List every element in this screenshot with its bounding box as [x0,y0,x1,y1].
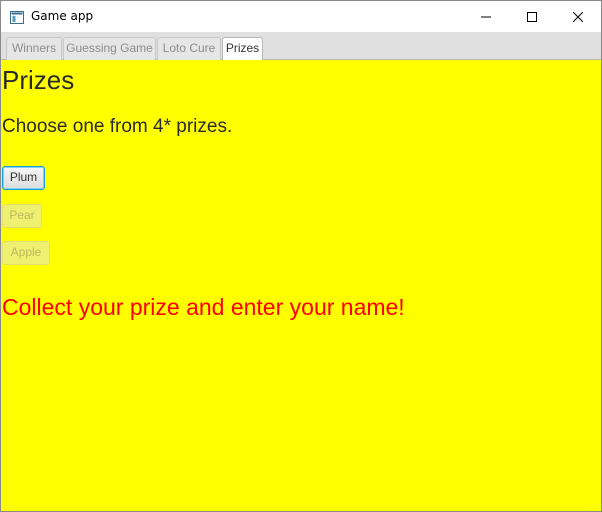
prizes-instructions: Choose one from 4* prizes. [2,116,233,137]
plum-button[interactable]: Plum [2,166,45,190]
minimize-button[interactable] [463,1,509,32]
close-button[interactable] [555,1,601,32]
maximize-icon [527,11,537,22]
tab-bar: Winners Guessing Game Loto Cure Prizes [1,32,601,61]
pear-button[interactable]: Pear [2,204,42,228]
window-title: Game app [31,9,94,23]
page-title: Prizes [2,65,75,95]
maximize-button[interactable] [509,1,555,32]
apple-button[interactable]: Apple [2,241,50,265]
app-window: Game app Winners Guessing Game Loto Cure… [0,0,602,512]
tab-winners[interactable]: Winners [6,37,62,60]
collect-prize-message: Collect your prize and enter your name! [2,294,405,320]
minimize-icon [481,12,491,22]
prizes-panel: Prizes Choose one from 4* prizes. Plum P… [1,60,601,511]
title-bar[interactable]: Game app [1,1,601,32]
close-icon [573,11,583,22]
tab-loto-cure[interactable]: Loto Cure [157,37,221,60]
tab-guessing-game[interactable]: Guessing Game [63,37,156,60]
app-window-icon [10,9,24,24]
tab-prizes[interactable]: Prizes [222,37,263,61]
